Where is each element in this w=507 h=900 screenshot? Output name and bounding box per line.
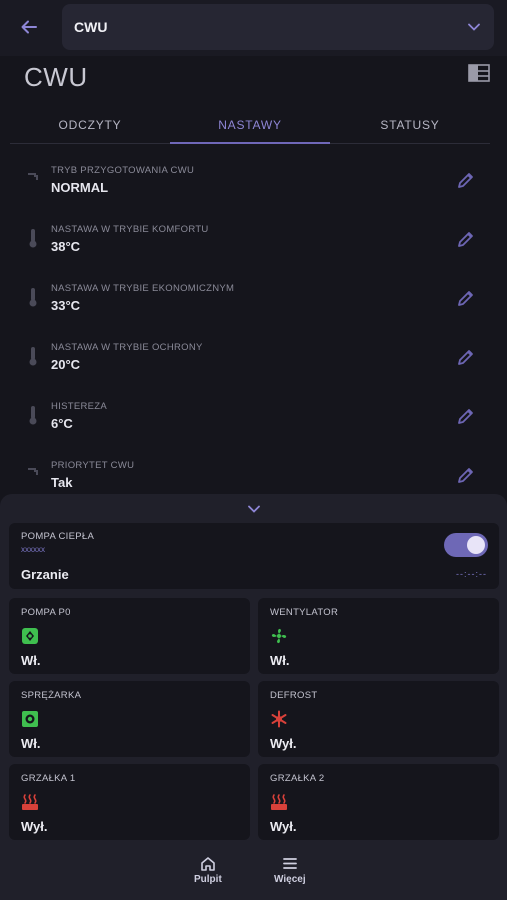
setting-label: NASTAWA W TRYBIE OCHRONY — [51, 342, 203, 353]
heater-icon — [22, 794, 38, 810]
status-sheet: POMPA CIEPŁA xxxxxx Grzanie --:--:-- POM… — [0, 494, 507, 900]
settings-list: TRYB PRZYGOTOWANIA CWU NORMAL NASTAWA W … — [0, 150, 507, 504]
card-title: GRZAŁKA 1 — [21, 773, 76, 784]
thermometer-icon — [29, 288, 37, 307]
pump-icon — [22, 628, 38, 644]
toggle-knob — [467, 536, 485, 554]
thermometer-icon — [29, 347, 37, 366]
setting-value: 38°C — [51, 239, 81, 254]
arrow-left-icon — [21, 20, 37, 34]
grid-layout-icon[interactable] — [468, 64, 490, 82]
card-state: Wł. — [270, 653, 290, 668]
setting-label: NASTAWA W TRYBIE EKONOMICZNYM — [51, 283, 235, 294]
top-bar: CWU — [0, 0, 507, 56]
compressor-icon — [22, 711, 38, 727]
setting-value: NORMAL — [51, 180, 109, 195]
thermometer-icon — [29, 229, 37, 248]
card-subtitle: xxxxxx — [21, 545, 45, 554]
setting-row-ochrona[interactable]: NASTAWA W TRYBIE OCHRONY 20°C — [0, 327, 507, 386]
pencil-icon[interactable] — [456, 406, 476, 426]
back-button[interactable] — [12, 12, 46, 42]
nav-pulpit[interactable]: Pulpit — [194, 856, 222, 885]
device-card-pompa-p0[interactable]: POMPA P0 Wł. — [9, 598, 250, 674]
nav-label: Więcej — [274, 874, 306, 885]
fan-icon — [271, 628, 287, 644]
setting-row-komfort[interactable]: NASTAWA W TRYBIE KOMFORTU 38°C — [0, 209, 507, 268]
tab-nastawy[interactable]: NASTAWY — [170, 108, 330, 144]
card-state: Wył. — [270, 819, 297, 834]
device-card-grzalka-2[interactable]: GRZAŁKA 2 Wył. — [258, 764, 499, 840]
heat-pump-card[interactable]: POMPA CIEPŁA xxxxxx Grzanie --:--:-- — [9, 523, 499, 589]
heat-pump-toggle[interactable] — [444, 533, 488, 557]
nav-wiecej[interactable]: Więcej — [274, 856, 306, 885]
tab-bar: ODCZYTY NASTAWY STATUSY — [10, 108, 490, 144]
defrost-icon — [271, 710, 287, 728]
setting-row-tryb[interactable]: TRYB PRZYGOTOWANIA CWU NORMAL — [0, 150, 507, 209]
bottom-nav: Pulpit Więcej — [0, 850, 507, 900]
setting-row-ekonomiczny[interactable]: NASTAWA W TRYBIE EKONOMICZNYM 33°C — [0, 268, 507, 327]
page-title: CWU — [24, 62, 88, 92]
pencil-icon[interactable] — [456, 170, 476, 190]
faucet-icon — [28, 468, 38, 475]
setting-value: 20°C — [51, 357, 81, 372]
card-title: GRZAŁKA 2 — [270, 773, 325, 784]
chevron-down-icon — [248, 505, 260, 513]
device-card-sprezarka[interactable]: SPRĘŻARKA Wł. — [9, 681, 250, 757]
pencil-icon[interactable] — [456, 465, 476, 485]
card-title: POMPA P0 — [21, 607, 71, 618]
card-state: Wył. — [21, 819, 48, 834]
setting-value: Tak — [51, 475, 73, 490]
card-state: Grzanie — [21, 567, 69, 582]
card-title: POMPA CIEPŁA — [21, 531, 95, 542]
faucet-icon — [28, 173, 38, 180]
heater-icon — [271, 794, 287, 810]
device-selector-value: CWU — [74, 19, 108, 35]
card-state: Wył. — [270, 736, 297, 751]
card-state: Wł. — [21, 653, 41, 668]
sheet-collapse-button[interactable] — [242, 500, 266, 518]
menu-icon — [282, 858, 297, 869]
app-root: CWU CWU ODCZYTY NASTAWY STATUSY TRYB PRZ… — [0, 0, 507, 900]
device-card-grzalka-1[interactable]: GRZAŁKA 1 Wył. — [9, 764, 250, 840]
home-icon — [201, 857, 215, 871]
setting-row-histereza[interactable]: HISTEREZA 6°C — [0, 386, 507, 445]
card-time: --:--:-- — [456, 569, 487, 579]
nav-label: Pulpit — [194, 874, 222, 885]
card-title: DEFROST — [270, 690, 318, 701]
card-title: WENTYLATOR — [270, 607, 339, 618]
tab-odczyty[interactable]: ODCZYTY — [10, 108, 170, 143]
card-title: SPRĘŻARKA — [21, 690, 82, 701]
device-selector[interactable]: CWU — [62, 4, 494, 50]
setting-label: NASTAWA W TRYBIE KOMFORTU — [51, 224, 209, 235]
device-card-defrost[interactable]: DEFROST Wył. — [258, 681, 499, 757]
setting-label: HISTEREZA — [51, 401, 108, 412]
thermometer-icon — [29, 406, 37, 425]
pencil-icon[interactable] — [456, 288, 476, 308]
pencil-icon[interactable] — [456, 229, 476, 249]
setting-value: 6°C — [51, 416, 73, 431]
tab-statusy[interactable]: STATUSY — [330, 108, 490, 143]
setting-value: 33°C — [51, 298, 81, 313]
card-state: Wł. — [21, 736, 41, 751]
setting-label: PRIORYTET CWU — [51, 460, 135, 471]
pencil-icon[interactable] — [456, 347, 476, 367]
chevron-down-icon — [468, 23, 480, 31]
setting-label: TRYB PRZYGOTOWANIA CWU — [51, 165, 195, 176]
device-card-wentylator[interactable]: WENTYLATOR Wł. — [258, 598, 499, 674]
